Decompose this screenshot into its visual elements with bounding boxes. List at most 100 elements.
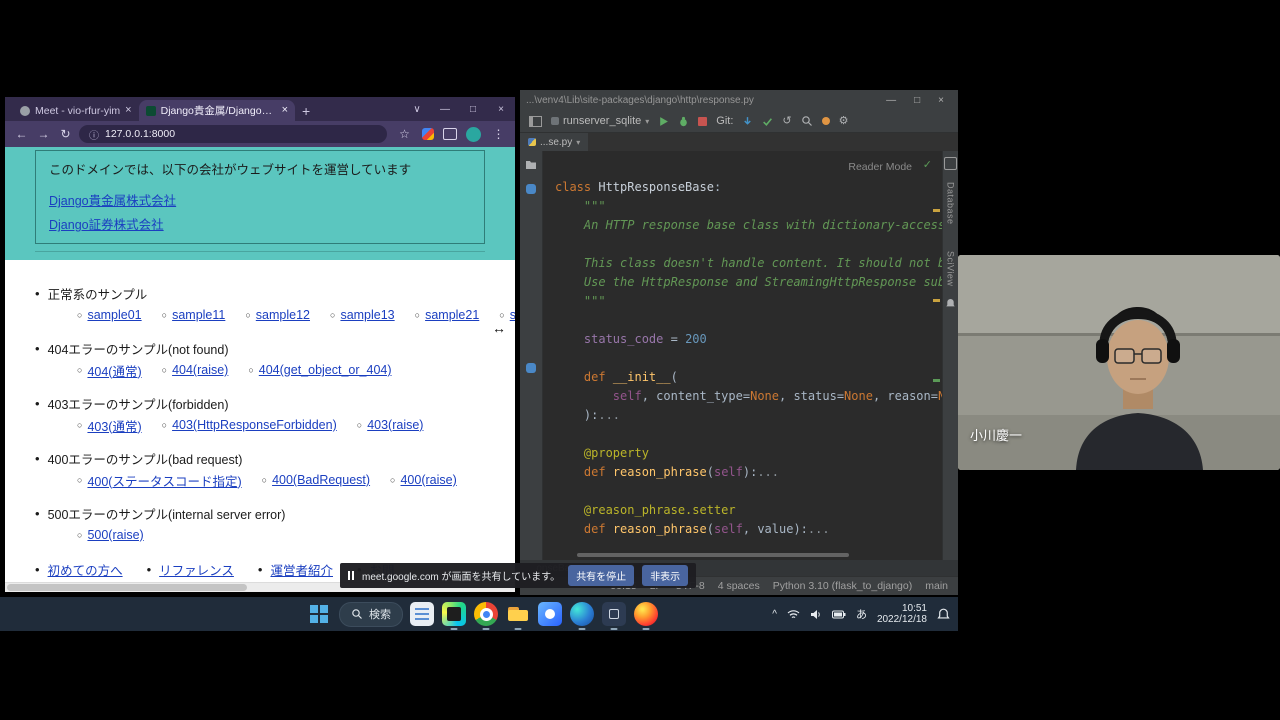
bookmarks-tool-icon[interactable] xyxy=(526,184,536,194)
reader-mode-label[interactable]: Reader Mode xyxy=(848,158,912,177)
update-notification-icon[interactable] xyxy=(822,117,830,125)
code-line: def __init__( xyxy=(555,368,942,387)
editor-horizontal-scrollbar[interactable] xyxy=(577,553,849,557)
taskbar-app-explorer[interactable] xyxy=(506,602,530,626)
sample-link[interactable]: sample11 xyxy=(172,308,225,322)
taskbar-app-photos[interactable] xyxy=(538,602,562,626)
footer-link[interactable]: リファレンス xyxy=(159,560,234,579)
tab-search-button[interactable]: ∨ xyxy=(403,104,431,115)
sample-link[interactable]: 404(通常) xyxy=(87,361,141,380)
taskbar-app-pycharm[interactable] xyxy=(442,602,466,626)
browser-tab-meet[interactable]: Meet - vio-rfur-yim × xyxy=(13,100,139,121)
close-button[interactable]: × xyxy=(938,95,944,106)
profile-avatar[interactable] xyxy=(466,127,481,142)
settings-gear-icon[interactable]: ⚙ xyxy=(839,116,849,127)
site-info-icon[interactable]: ⓘ xyxy=(89,127,99,142)
sample-link[interactable]: sample12 xyxy=(256,308,310,322)
code-editor[interactable]: Reader Mode ✓ class HttpResponseBase: ""… xyxy=(543,151,942,560)
reload-button[interactable]: ↻ xyxy=(57,127,74,141)
run-config-label: runserver_sqlite xyxy=(563,115,641,127)
sample-link[interactable]: sample13 xyxy=(340,308,394,322)
sample-link[interactable]: 500(raise) xyxy=(87,528,143,542)
sample-link[interactable]: sample01 xyxy=(87,308,141,322)
sample-link[interactable]: 403(raise) xyxy=(367,418,423,432)
battery-icon[interactable] xyxy=(832,610,846,619)
wifi-icon[interactable] xyxy=(787,609,800,620)
tab-close-icon[interactable]: × xyxy=(282,105,288,116)
scrollbar-thumb[interactable] xyxy=(7,584,247,591)
back-button[interactable]: ← xyxy=(13,127,30,141)
start-button[interactable] xyxy=(306,601,332,627)
maximize-button[interactable]: □ xyxy=(914,95,920,106)
taskbar-app-firefox[interactable] xyxy=(634,602,658,626)
sample-link[interactable]: 404(get_object_or_404) xyxy=(259,363,392,377)
sample-list-item: ○400(ステータスコード指定) xyxy=(77,472,242,488)
code-line: """ xyxy=(555,292,942,311)
status-item[interactable]: Python 3.10 (flask_to_django) xyxy=(773,580,913,592)
tool-window-button[interactable]: Database xyxy=(946,182,956,225)
volume-icon[interactable] xyxy=(810,609,822,620)
commit-tool-icon[interactable] xyxy=(944,157,957,170)
sample-link[interactable]: 403(通常) xyxy=(87,416,141,435)
sidebar-toggle-icon[interactable] xyxy=(529,116,542,127)
sample-link[interactable]: 400(ステータスコード指定) xyxy=(87,471,241,490)
notifications-icon[interactable] xyxy=(937,608,950,621)
address-bar[interactable]: ⓘ 127.0.0.1:8000 xyxy=(79,125,387,143)
editor-tab-response-py[interactable]: ...se.py ▾ xyxy=(520,133,588,151)
bookmark-star-icon[interactable]: ☆ xyxy=(396,127,413,141)
git-commit-button[interactable] xyxy=(762,116,773,127)
sample-link[interactable]: 403(HttpResponseForbidden) xyxy=(172,418,337,432)
taskbar-clock[interactable]: 10:51 2022/12/18 xyxy=(877,603,927,626)
code-line xyxy=(555,482,942,501)
footer-link[interactable]: 運営者紹介 xyxy=(270,560,333,579)
browser-tab-django[interactable]: Django貴金属/Django証券の会社 × xyxy=(139,100,295,121)
maximize-button[interactable]: □ xyxy=(459,104,487,115)
debug-button[interactable] xyxy=(678,116,689,127)
taskbar-app-chrome[interactable] xyxy=(474,602,498,626)
project-tool-icon[interactable] xyxy=(525,159,537,170)
sample-link[interactable]: sample21 xyxy=(425,308,479,322)
notifications-bell-icon[interactable] xyxy=(945,298,956,309)
status-item[interactable]: main xyxy=(925,580,948,592)
run-button[interactable] xyxy=(658,116,669,127)
menu-kebab-icon[interactable]: ⋮ xyxy=(490,127,507,141)
taskbar-app-edge[interactable] xyxy=(570,602,594,626)
code-line: class HttpResponseBase: xyxy=(555,178,942,197)
forward-button[interactable]: → xyxy=(35,127,52,141)
ime-language-indicator[interactable]: あ xyxy=(856,606,867,622)
extension-icon[interactable] xyxy=(422,128,434,140)
search-everywhere-icon[interactable] xyxy=(801,115,813,127)
close-button[interactable]: × xyxy=(487,104,515,115)
sample-link[interactable]: 400(BadRequest) xyxy=(272,473,370,487)
circle-bullet-icon: ○ xyxy=(77,530,82,540)
code-line: self, content_type=None, status=None, re… xyxy=(555,387,942,406)
stop-button[interactable] xyxy=(698,117,707,126)
taskbar-search[interactable]: 検索 xyxy=(339,602,403,627)
footer-link[interactable]: 初めての方へ xyxy=(48,560,123,579)
tray-overflow-chevron-icon[interactable]: ^ xyxy=(772,609,777,620)
new-tab-button[interactable]: + xyxy=(295,100,317,121)
sample-link[interactable]: 400(raise) xyxy=(400,473,456,487)
company-link-securities[interactable]: Django証券株式会社 xyxy=(49,214,471,233)
tab-close-icon[interactable]: × xyxy=(125,105,131,116)
minimize-button[interactable]: — xyxy=(431,104,459,115)
structure-tool-icon[interactable] xyxy=(526,363,536,373)
stop-sharing-button[interactable]: 共有を停止 xyxy=(568,565,634,586)
tool-window-button[interactable]: SciView xyxy=(946,251,956,286)
git-label: Git: xyxy=(716,115,733,127)
sample-link[interactable]: 404(raise) xyxy=(172,363,228,377)
status-item[interactable]: 4 spaces xyxy=(718,580,760,592)
tab-title: Meet - vio-rfur-yim xyxy=(35,105,120,117)
minimize-button[interactable]: — xyxy=(886,95,896,106)
circle-bullet-icon: ○ xyxy=(245,310,250,320)
company-link-metal[interactable]: Django貴金属株式会社 xyxy=(49,190,471,209)
rollback-button[interactable]: ↺ xyxy=(782,116,791,127)
sample-link[interactable]: sam xyxy=(510,308,515,322)
circle-bullet-icon: ○ xyxy=(162,420,167,430)
run-configuration-select[interactable]: runserver_sqlite ▾ xyxy=(551,115,649,127)
taskbar-app-notepad[interactable] xyxy=(410,602,434,626)
git-update-button[interactable] xyxy=(742,116,753,127)
hide-banner-button[interactable]: 非表示 xyxy=(642,565,688,586)
side-panel-icon[interactable] xyxy=(443,128,457,140)
taskbar-app-terminal[interactable] xyxy=(602,602,626,626)
